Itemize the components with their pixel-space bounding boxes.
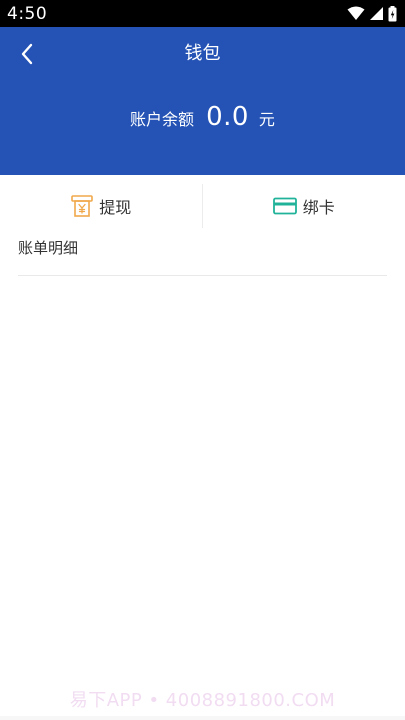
wallet-actions: 提现 绑卡	[0, 175, 405, 237]
battery-icon	[388, 5, 397, 21]
bind-card-button[interactable]: 绑卡	[203, 175, 405, 237]
balance-label: 账户余额	[130, 110, 195, 129]
withdraw-icon	[71, 195, 94, 217]
balance-value: 0.0	[206, 102, 249, 132]
withdraw-label: 提现	[99, 198, 132, 217]
withdraw-button[interactable]: 提现	[0, 175, 203, 237]
balance-row: 账户余额 0.0 元	[0, 102, 405, 132]
bank-card-icon	[272, 197, 297, 215]
wifi-icon	[347, 6, 365, 20]
balance-unit: 元	[258, 110, 275, 129]
status-icons	[347, 5, 397, 22]
wallet-header: 钱包 账户余额 0.0 元	[0, 27, 405, 175]
bottom-edge	[0, 716, 405, 720]
bill-details-divider	[18, 275, 387, 276]
status-time: 4:50	[7, 4, 48, 24]
page-title: 钱包	[184, 43, 221, 64]
action-divider	[202, 184, 203, 228]
bill-details-title: 账单明细	[18, 239, 79, 257]
status-bar: 4:50	[0, 0, 405, 27]
bind-card-label: 绑卡	[302, 198, 335, 217]
cellular-signal-icon	[370, 7, 383, 20]
watermark: 易下APP • 4008891800.COM	[69, 690, 336, 711]
